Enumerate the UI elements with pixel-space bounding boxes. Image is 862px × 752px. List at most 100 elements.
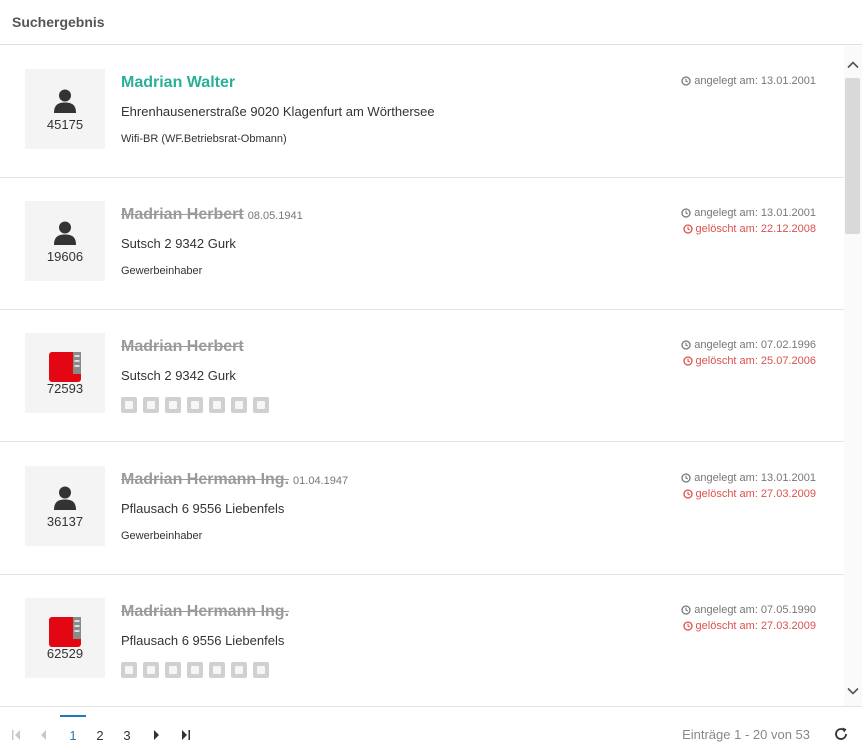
globe-icon[interactable] (143, 397, 159, 413)
clock-icon (681, 76, 691, 86)
company-icons (121, 662, 269, 678)
result-address: Pflausach 6 9556 Liebenfels (121, 501, 285, 516)
created-text: angelegt am: 13.01.2001 (694, 472, 816, 484)
result-id: 19606 (46, 249, 84, 264)
result-meta: angelegt am: 13.01.2001 gelöscht am: 22.… (681, 205, 816, 237)
birth-date: 01.04.1947 (293, 475, 349, 487)
result-id: 36137 (46, 514, 84, 529)
clock-icon (681, 208, 691, 218)
result-meta: angelegt am: 07.02.1996 gelöscht am: 25.… (681, 337, 816, 369)
result-id: 45175 (46, 117, 84, 132)
avatar: 45175 (25, 69, 105, 149)
result-name-link[interactable]: Madrian Hermann Ing. 01.04.1947 (121, 471, 348, 489)
edit-icon[interactable] (209, 662, 225, 678)
chart-icon[interactable] (121, 662, 137, 678)
created-date: angelegt am: 13.01.2001 (681, 73, 816, 89)
page-3-button[interactable]: 3 (116, 728, 138, 743)
page-2-button[interactable]: 2 (89, 728, 111, 743)
clock-icon (682, 621, 693, 631)
avatar: 19606 (25, 201, 105, 281)
folder-icon[interactable] (231, 662, 247, 678)
result-name-link[interactable]: Madrian Walter (121, 74, 235, 92)
deleted-date: gelöscht am: 25.07.2006 (681, 353, 816, 369)
clock-icon (682, 489, 693, 499)
avatar: 62529 (25, 598, 105, 678)
first-page-icon[interactable] (6, 727, 26, 743)
pagination-bar: 1 2 3 Einträge 1 - 20 von 53 (0, 706, 862, 752)
building-icon[interactable] (165, 662, 181, 678)
result-address: Sutsch 2 9342 Gurk (121, 368, 236, 383)
building-icon[interactable] (165, 397, 181, 413)
result-row[interactable]: 19606 Madrian Herbert 08.05.1941 Sutsch 2… (0, 178, 844, 310)
deleted-date: gelöscht am: 27.03.2009 (681, 486, 816, 502)
deleted-text: gelöscht am: 27.03.2009 (695, 620, 816, 632)
user-icon (54, 486, 76, 510)
scrollbar[interactable] (844, 46, 862, 706)
deleted-text: gelöscht am: 27.03.2009 (695, 488, 816, 500)
user-icon (54, 221, 76, 245)
created-date: angelegt am: 13.01.2001 (681, 205, 816, 221)
prev-page-icon[interactable] (34, 727, 54, 743)
created-date: angelegt am: 07.02.1996 (681, 337, 816, 353)
result-name-text[interactable]: Madrian Herbert (121, 338, 244, 355)
refresh-icon[interactable] (833, 726, 849, 742)
result-name-text[interactable]: Madrian Hermann Ing. (121, 471, 289, 488)
external-link-icon[interactable] (253, 662, 269, 678)
result-id: 72593 (46, 381, 84, 396)
result-address: Sutsch 2 9342 Gurk (121, 236, 236, 251)
current-page-indicator (60, 715, 86, 717)
wko-logo (49, 617, 81, 647)
next-page-icon[interactable] (146, 727, 166, 743)
deleted-text: gelöscht am: 22.12.2008 (695, 223, 816, 235)
result-name-text[interactable]: Madrian Walter (121, 74, 235, 91)
birth-date: 08.05.1941 (247, 210, 303, 222)
result-name-link[interactable]: Madrian Hermann Ing. (121, 603, 289, 621)
deleted-date: gelöscht am: 22.12.2008 (681, 221, 816, 237)
clock-icon (681, 340, 691, 350)
result-row[interactable]: 62529 Madrian Hermann Ing. Pflausach 6 9… (0, 575, 844, 706)
result-id: 62529 (46, 646, 84, 661)
wko-logo (49, 352, 81, 382)
chevron-up-icon[interactable] (846, 58, 860, 72)
result-row[interactable]: 36137 Madrian Hermann Ing. 01.04.1947 Pfl… (0, 443, 844, 575)
scrollbar-thumb[interactable] (845, 78, 860, 234)
created-text: angelegt am: 13.01.2001 (694, 207, 816, 219)
result-row[interactable]: 45175 Madrian Walter Ehrenhausenerstraße… (0, 46, 844, 178)
result-name-text[interactable]: Madrian Hermann Ing. (121, 603, 289, 620)
entries-count: Einträge 1 - 20 von 53 (682, 727, 810, 742)
result-role: Gewerbeinhaber (121, 530, 203, 542)
results-header: Suchergebnis (0, 0, 862, 45)
user-icon (54, 89, 76, 113)
created-date: angelegt am: 07.05.1990 (681, 602, 816, 618)
result-meta: angelegt am: 07.05.1990 gelöscht am: 27.… (681, 602, 816, 634)
result-name-link[interactable]: Madrian Herbert 08.05.1941 (121, 206, 303, 224)
last-page-icon[interactable] (176, 727, 196, 743)
chart-icon[interactable] (121, 397, 137, 413)
created-text: angelegt am: 13.01.2001 (694, 75, 816, 87)
folder-icon[interactable] (231, 397, 247, 413)
external-link-icon[interactable] (253, 397, 269, 413)
chevron-down-icon[interactable] (846, 684, 860, 698)
result-name-link[interactable]: Madrian Herbert (121, 338, 244, 356)
edit-icon[interactable] (209, 397, 225, 413)
result-address: Ehrenhausenerstraße 9020 Klagenfurt am W… (121, 104, 435, 119)
result-role: Gewerbeinhaber (121, 265, 203, 277)
created-date: angelegt am: 13.01.2001 (681, 470, 816, 486)
page-1-button[interactable]: 1 (62, 728, 84, 743)
results-list: 45175 Madrian Walter Ehrenhausenerstraße… (0, 46, 844, 706)
result-row[interactable]: 72593 Madrian Herbert Sutsch 2 9342 Gurk… (0, 310, 844, 442)
result-name-text[interactable]: Madrian Herbert (121, 206, 244, 223)
result-role: Wifi-BR (WF.Betriebsrat-Obmann) (121, 133, 287, 145)
globe-icon[interactable] (143, 662, 159, 678)
clock-icon (681, 605, 691, 615)
company-icons (121, 397, 269, 413)
clock-icon (682, 224, 693, 234)
clock-icon (681, 473, 691, 483)
created-text: angelegt am: 07.02.1996 (694, 339, 816, 351)
result-meta: angelegt am: 13.01.2001 (681, 73, 816, 89)
document-icon[interactable] (187, 662, 203, 678)
created-text: angelegt am: 07.05.1990 (694, 604, 816, 616)
deleted-text: gelöscht am: 25.07.2006 (695, 355, 816, 367)
page-title: Suchergebnis (12, 14, 105, 30)
document-icon[interactable] (187, 397, 203, 413)
